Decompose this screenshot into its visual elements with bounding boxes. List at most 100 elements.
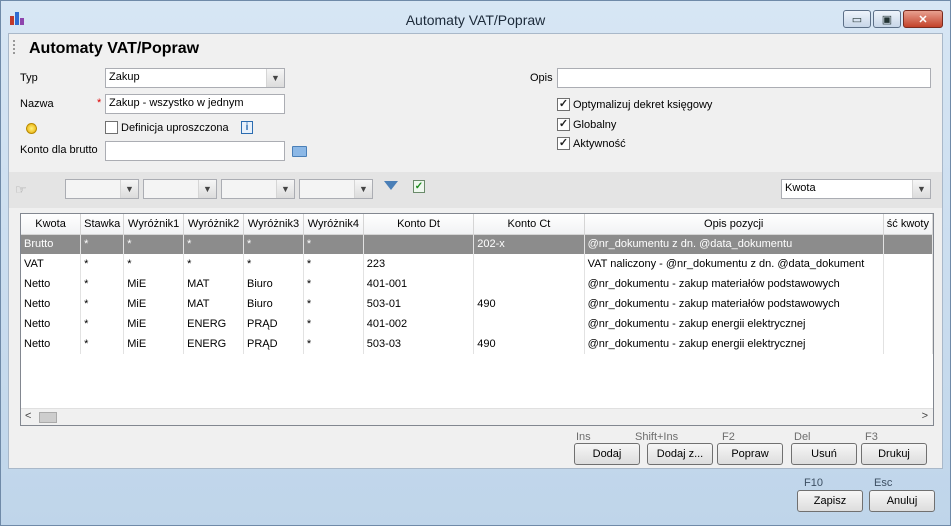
- table-row[interactable]: Brutto * * * * * 202-x @nr_dokumentu z dn. @dat…: [21, 234, 934, 254]
- column-header[interactable]: Wyróżnik3: [243, 214, 304, 235]
- dodaj-button[interactable]: Dodaj: [574, 443, 640, 465]
- table-cell: Brutto: [21, 234, 82, 254]
- shortcut-anuluj: Esc: [874, 477, 893, 489]
- table-row[interactable]: Netto * MiE MAT Biuro * 401-001 @nr_dokumentu -…: [21, 274, 934, 294]
- folder-icon[interactable]: [292, 146, 307, 157]
- form-area: Automaty VAT/Popraw Typ Zakup ▼ Nazwa * …: [8, 33, 943, 469]
- table-cell: Netto: [21, 274, 82, 294]
- table-cell: *: [243, 234, 304, 254]
- typ-label: Typ: [20, 72, 38, 84]
- usun-button[interactable]: Usuń: [791, 443, 857, 465]
- column-header[interactable]: Wyróżnik1: [123, 214, 185, 235]
- konto-brutto-label: Konto dla brutto: [20, 144, 98, 156]
- table-cell: MAT: [183, 274, 245, 294]
- filter-select-3[interactable]: ▼: [221, 179, 295, 199]
- optymalizuj-checkbox[interactable]: ✓: [557, 98, 570, 111]
- table-cell: PRĄD: [243, 314, 304, 334]
- globalny-checkbox[interactable]: ✓: [557, 118, 570, 131]
- column-header[interactable]: ść kwoty: [883, 214, 934, 235]
- aktywnosc-label: Aktywność: [573, 138, 626, 150]
- nazwa-label: Nazwa: [20, 98, 54, 110]
- kwota-select[interactable]: Kwota ▼: [781, 179, 931, 199]
- cancel-button[interactable]: Anuluj: [869, 490, 935, 512]
- globalny-label: Globalny: [573, 119, 617, 131]
- table-cell: ENERG: [183, 314, 245, 334]
- maximize-button[interactable]: ▣: [873, 10, 901, 28]
- grip-handle: [13, 40, 15, 54]
- table-cell: [473, 314, 585, 334]
- horizontal-scrollbar[interactable]: < >: [21, 408, 933, 425]
- optymalizuj-label: Optymalizuj dekret księgowy: [573, 99, 713, 111]
- title-bar[interactable]: Automaty VAT/Popraw ▭ ▣ ✕: [1, 1, 950, 33]
- column-header[interactable]: Konto Ct: [473, 214, 585, 235]
- positions-grid[interactable]: Kwota Stawka Wyróżnik1 Wyróżnik2 Wyróżnik3 Wy…: [20, 213, 934, 426]
- table-cell: *: [303, 274, 364, 294]
- chevron-down-icon[interactable]: ▼: [354, 180, 372, 198]
- positions-table: Kwota Stawka Wyróżnik1 Wyróżnik2 Wyróżnik3 Wy…: [21, 214, 934, 354]
- bulb-icon[interactable]: [26, 123, 37, 134]
- filter-toolbar: ☞ ▼ ▼ ▼ ▼ ✓ Kwota ▼: [9, 172, 942, 208]
- chevron-down-icon[interactable]: ▼: [120, 180, 138, 198]
- konto-brutto-field[interactable]: [105, 141, 285, 161]
- table-row[interactable]: Netto * MiE ENERG PRĄD * 503-03 490 @nr_dokument…: [21, 334, 934, 354]
- table-cell: Netto: [21, 294, 82, 314]
- popraw-button[interactable]: Popraw: [717, 443, 783, 465]
- shortcut-usun: Del: [794, 431, 811, 443]
- minimize-button[interactable]: ▭: [843, 10, 871, 28]
- table-cell: *: [80, 274, 125, 294]
- table-cell: 503-03: [363, 334, 475, 354]
- chevron-down-icon[interactable]: ▼: [276, 180, 294, 198]
- apply-filter-icon[interactable]: ✓: [413, 180, 425, 193]
- nazwa-field[interactable]: Zakup - wszystko w jednym: [105, 94, 285, 114]
- close-icon: ✕: [918, 13, 928, 26]
- table-cell: *: [80, 234, 125, 254]
- table-cell: [883, 314, 934, 334]
- chevron-down-icon[interactable]: ▼: [198, 180, 216, 198]
- shortcut-zapisz: F10: [804, 477, 823, 489]
- info-icon[interactable]: i: [241, 121, 253, 134]
- table-cell: [883, 294, 934, 314]
- opis-field[interactable]: [557, 68, 931, 88]
- table-row[interactable]: VAT * * * * * 223 VAT naliczony - @nr_dokumentu…: [21, 254, 934, 274]
- opis-label: Opis: [530, 72, 553, 84]
- chevron-down-icon[interactable]: ▼: [912, 180, 930, 198]
- table-cell: [883, 254, 934, 274]
- column-header[interactable]: Kwota: [21, 214, 82, 235]
- column-header[interactable]: Wyróżnik4: [303, 214, 364, 235]
- table-cell: VAT: [21, 254, 82, 274]
- filter-select-1[interactable]: ▼: [65, 179, 139, 199]
- shortcut-dodaj: Ins: [576, 431, 591, 443]
- save-button[interactable]: Zapisz: [797, 490, 863, 512]
- aktywnosc-checkbox[interactable]: ✓: [557, 137, 570, 150]
- table-cell: @nr_dokumentu - zakup energii elektryczn…: [584, 334, 884, 354]
- filter-select-2[interactable]: ▼: [143, 179, 217, 199]
- grid-header-row: Kwota Stawka Wyróżnik1 Wyróżnik2 Wyróżnik3 Wy…: [21, 214, 934, 235]
- table-cell: 401-002: [363, 314, 475, 334]
- shortcut-popraw: F2: [722, 431, 735, 443]
- table-cell: MiE: [123, 274, 185, 294]
- table-cell: *: [303, 314, 364, 334]
- table-cell: [883, 274, 934, 294]
- column-header[interactable]: Opis pozycji: [584, 214, 884, 235]
- column-header[interactable]: Stawka: [80, 214, 125, 235]
- dodaj-z-button[interactable]: Dodaj z...: [647, 443, 713, 465]
- table-cell: Netto: [21, 314, 82, 334]
- table-cell: 490: [473, 334, 585, 354]
- filter-icon[interactable]: [384, 181, 398, 190]
- scroll-right-icon[interactable]: >: [922, 410, 928, 422]
- column-header[interactable]: Wyróżnik2: [183, 214, 245, 235]
- filter-select-4[interactable]: ▼: [299, 179, 373, 199]
- close-button[interactable]: ✕: [903, 10, 943, 28]
- table-row[interactable]: Netto * MiE MAT Biuro * 503-01 490 @nr_dokumentu…: [21, 294, 934, 314]
- scroll-left-icon[interactable]: <: [25, 410, 31, 422]
- table-cell: *: [303, 234, 364, 254]
- definicja-checkbox[interactable]: [105, 121, 118, 134]
- typ-select[interactable]: Zakup ▼: [105, 68, 285, 88]
- table-row[interactable]: Netto * MiE ENERG PRĄD * 401-002 @nr_dokumentu …: [21, 314, 934, 334]
- column-header[interactable]: Konto Dt: [363, 214, 475, 235]
- drukuj-button[interactable]: Drukuj: [861, 443, 927, 465]
- scroll-thumb[interactable]: [39, 412, 57, 423]
- minimize-icon: ▭: [851, 13, 863, 26]
- table-cell: 503-01: [363, 294, 475, 314]
- chevron-down-icon[interactable]: ▼: [266, 69, 284, 87]
